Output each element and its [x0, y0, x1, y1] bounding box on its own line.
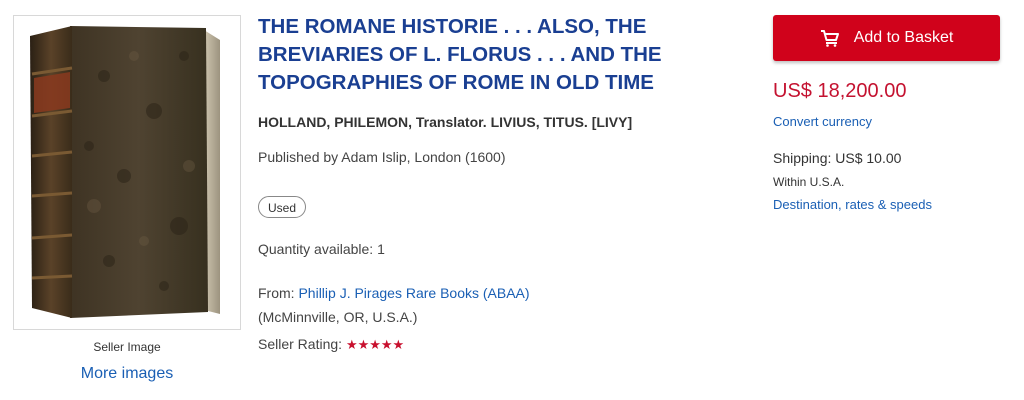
convert-currency-link[interactable]: Convert currency	[773, 114, 872, 129]
destination-rates-link[interactable]: Destination, rates & speeds	[773, 197, 932, 212]
shipping-region: Within U.S.A.	[773, 175, 845, 189]
seller-name-link[interactable]: Phillip J. Pirages Rare Books (ABAA)	[298, 285, 529, 301]
book-title[interactable]: THE ROMANE HISTORIE . . . ALSO, THE BREV…	[258, 13, 733, 97]
publisher-line: Published by Adam Islip, London (1600)	[258, 149, 506, 165]
condition-badge: Used	[258, 196, 307, 218]
seller-rating-label: Seller Rating:	[258, 336, 346, 352]
more-images-link[interactable]: More images	[13, 365, 241, 383]
price: US$ 18,200.00	[773, 80, 907, 102]
author-line: HOLLAND, PHILEMON, Translator. LIVIUS, T…	[258, 114, 633, 130]
quantity-available: Quantity available: 1	[258, 241, 385, 257]
seller-line: From: Phillip J. Pirages Rare Books (ABA…	[258, 285, 530, 301]
add-to-basket-label: Add to Basket	[853, 29, 954, 46]
rating-stars-icon: ★★★★★	[345, 337, 405, 352]
product-image[interactable]	[13, 15, 241, 330]
seller-image-caption: Seller Image	[93, 340, 161, 354]
from-label: From:	[258, 285, 299, 301]
seller-location: (McMinnville, OR, U.S.A.)	[258, 309, 418, 325]
add-to-basket-button[interactable]: Add to Basket	[773, 15, 1000, 61]
shipping-cost: Shipping: US$ 10.00	[773, 150, 902, 166]
shopping-cart-icon	[820, 30, 839, 47]
seller-rating: Seller Rating: ★★★★★	[258, 336, 404, 353]
book-photo	[30, 26, 220, 318]
